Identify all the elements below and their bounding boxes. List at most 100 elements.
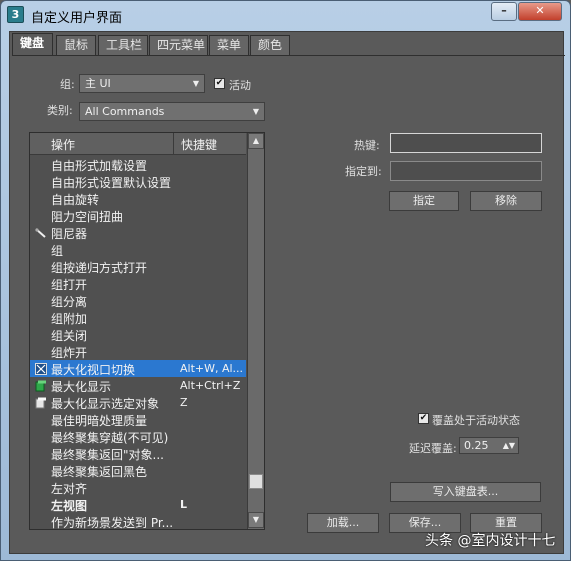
hotkey-input[interactable] — [390, 133, 542, 153]
shortcut-text: Z — [180, 396, 188, 409]
column-shortcut[interactable]: 快捷键 — [181, 136, 217, 153]
list-row[interactable]: 自由旋转 — [30, 190, 246, 207]
list-row[interactable]: 组打开 — [30, 275, 246, 292]
action-name: 组关闭 — [51, 329, 88, 343]
action-name: 阻力空间扭曲 — [51, 210, 124, 224]
action-name: 自由形式加载设置 — [51, 159, 148, 173]
action-name: 组分离 — [51, 295, 88, 309]
list-row[interactable]: 左对齐 — [30, 479, 246, 496]
group-dropdown[interactable]: 主 UI ▼ — [79, 74, 205, 93]
customize-ui-window: 3 自定义用户界面 – ✕ 键盘 鼠标 工具栏 四元菜单 菜单 颜色 组: 主 … — [0, 0, 571, 561]
assign-button[interactable]: 指定 — [389, 191, 459, 211]
list-rows: 自由形式加载设置自由形式设置默认设置 自由旋转阻力空间扭曲 阻尼器组组按递归方式打开… — [30, 156, 246, 529]
group-label: 组: — [60, 78, 75, 91]
load-button[interactable]: 加载... — [307, 513, 379, 533]
list-row[interactable]: 最终聚集穿越(不可见) — [30, 428, 246, 445]
tab-mouse[interactable]: 鼠标 — [56, 35, 96, 55]
list-row[interactable]: 组关闭 — [30, 326, 246, 343]
scroll-thumb[interactable] — [249, 474, 263, 489]
shortcut-text: Alt+W, Al... — [180, 362, 244, 375]
list-row[interactable]: 最佳明暗处理质量 — [30, 411, 246, 428]
watermark-text: 头条 @室内设计十七 — [425, 533, 556, 549]
list-row[interactable]: 最终聚集返回黑色 — [30, 462, 246, 479]
list-row[interactable]: 自由形式加载设置 — [30, 156, 246, 173]
group-value: 主 UI — [85, 77, 111, 90]
assigned-to-label: 指定到: — [345, 165, 382, 178]
scroll-down-icon[interactable]: ▼ — [248, 512, 264, 528]
delay-override-label: 延迟覆盖: — [409, 442, 457, 455]
action-name: 最终聚集穿越(不可见) — [51, 431, 169, 445]
action-name: 最大化视口切换 — [51, 363, 136, 377]
list-row[interactable]: 最大化显示选定对象 Z — [30, 394, 246, 411]
list-row[interactable]: 组分离 — [30, 292, 246, 309]
category-label: 类别: — [47, 104, 73, 117]
write-keyboard-chart-button[interactable]: 写入键盘表... — [390, 482, 541, 502]
list-row[interactable]: 组 — [30, 241, 246, 258]
list-row[interactable]: 自由形式设置默认设置 — [30, 173, 246, 190]
category-value: All Commands — [85, 105, 165, 118]
zoom-extents-icon — [35, 380, 46, 392]
action-name: 自由旋转 — [51, 193, 100, 207]
hotkey-label: 热键: — [354, 139, 380, 152]
action-name: 作为新场景发送到 Pr... — [51, 516, 174, 529]
remove-button[interactable]: 移除 — [470, 191, 542, 211]
list-row[interactable]: 作为新场景发送到 Pr... — [30, 513, 246, 529]
action-name: 阻尼器 — [51, 227, 88, 241]
list-row[interactable]: 最终聚集返回"对象... — [30, 445, 246, 462]
action-name: 组附加 — [51, 312, 88, 326]
tab-quad-menus[interactable]: 四元菜单 — [149, 35, 208, 55]
list-row[interactable]: 左视图 L — [30, 496, 246, 513]
action-name: 自由形式设置默认设置 — [51, 176, 172, 190]
category-dropdown[interactable]: All Commands ▼ — [79, 102, 265, 121]
action-name: 组 — [51, 244, 64, 258]
action-name: 最大化显示 — [51, 380, 112, 394]
active-checkbox[interactable]: ✔ — [214, 78, 225, 89]
maximize-viewport-icon — [35, 363, 47, 375]
action-name: 组打开 — [51, 278, 88, 292]
app-icon: 3 — [7, 6, 24, 23]
assigned-to-field[interactable] — [390, 161, 542, 181]
tab-divider — [12, 55, 565, 56]
list-row[interactable]: 阻尼器 — [30, 224, 246, 241]
column-separator[interactable] — [173, 133, 174, 155]
minimize-button[interactable]: – — [491, 2, 517, 21]
action-name: 组按递归方式打开 — [51, 261, 148, 275]
list-row[interactable]: 最大化视口切换 Alt+W, Al... — [30, 360, 246, 377]
list-row[interactable]: 组按递归方式打开 — [30, 258, 246, 275]
active-label: 活动 — [229, 79, 251, 92]
title-bar[interactable]: 3 自定义用户界面 – ✕ — [1, 1, 570, 29]
action-name: 最终聚集返回"对象... — [51, 448, 164, 462]
damper-icon — [35, 227, 46, 238]
delay-override-spinner[interactable]: 0.25 ▲▼ — [459, 437, 519, 454]
override-checkbox[interactable]: ✔ — [418, 413, 429, 424]
tab-menus[interactable]: 菜单 — [209, 35, 249, 55]
close-button[interactable]: ✕ — [518, 2, 562, 21]
vertical-scrollbar[interactable]: ▲ ▼ — [247, 133, 264, 529]
shortcut-text: L — [180, 498, 188, 511]
tab-colors[interactable]: 颜色 — [250, 35, 290, 55]
window-title: 自定义用户界面 — [31, 11, 123, 26]
scroll-up-icon[interactable]: ▲ — [248, 133, 264, 149]
chevron-down-icon: ▼ — [252, 107, 259, 116]
action-name: 左视图 — [51, 499, 88, 513]
list-row[interactable]: 最大化显示 Alt+Ctrl+Z — [30, 377, 246, 394]
delay-override-value: 0.25 — [464, 439, 489, 452]
dialog-body: 键盘 鼠标 工具栏 四元菜单 菜单 颜色 组: 主 UI ▼ ✔ 活动 类别: … — [9, 31, 565, 554]
spinner-arrows-icon[interactable]: ▲▼ — [503, 438, 515, 453]
zoom-selected-icon — [35, 397, 46, 409]
action-name: 组炸开 — [51, 346, 88, 360]
column-action[interactable]: 操作 — [51, 136, 75, 153]
chevron-down-icon: ▼ — [192, 79, 199, 88]
tab-toolbars[interactable]: 工具栏 — [98, 35, 148, 55]
override-label: 覆盖处于活动状态 — [432, 414, 520, 427]
action-name: 最大化显示选定对象 — [51, 397, 160, 411]
list-row[interactable]: 组炸开 — [30, 343, 246, 360]
action-list[interactable]: 操作 快捷键 自由形式加载设置 自由形式设置默认设置 自由旋转 阻力空间扭曲 阻尼器组组… — [29, 132, 265, 530]
action-name: 最终聚集返回黑色 — [51, 465, 148, 479]
list-header: 操作 快捷键 — [30, 133, 246, 155]
shortcut-text: Alt+Ctrl+Z — [180, 379, 241, 392]
tab-keyboard[interactable]: 键盘 — [12, 33, 53, 56]
action-name: 最佳明暗处理质量 — [51, 414, 148, 428]
list-row[interactable]: 组附加 — [30, 309, 246, 326]
list-row[interactable]: 阻力空间扭曲 — [30, 207, 246, 224]
